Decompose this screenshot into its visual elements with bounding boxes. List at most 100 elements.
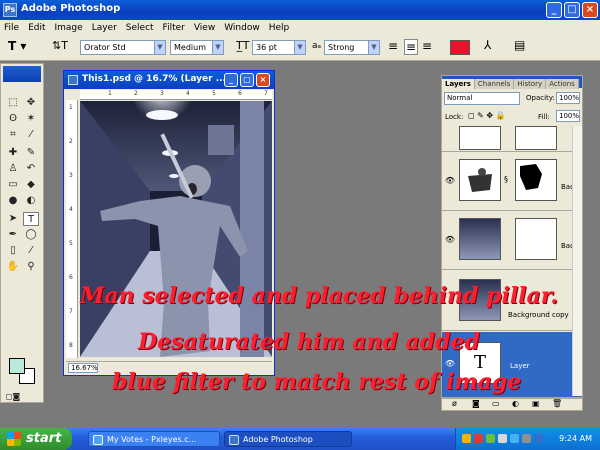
tray-icon[interactable] — [510, 434, 519, 443]
antialias-select[interactable]: Strong ▼ — [324, 40, 380, 55]
ruler-tick-label: 3 — [69, 172, 73, 179]
menu-select[interactable]: Select — [126, 23, 154, 33]
lasso-tool-icon[interactable]: ʘ — [5, 112, 21, 126]
tray-icon[interactable] — [498, 434, 507, 443]
paint-bucket-tool-icon[interactable]: ◆ — [23, 178, 39, 192]
layers-scrollbar[interactable] — [572, 126, 582, 396]
path-selection-tool-icon[interactable]: ➤ — [5, 212, 21, 226]
menu-view[interactable]: View — [194, 23, 215, 33]
opacity-field[interactable]: 100% — [556, 92, 580, 104]
ruler-tick-label: 4 — [69, 206, 73, 213]
photoshop-app-icon: Ps — [3, 3, 17, 17]
align-center-icon[interactable]: ≡ — [404, 39, 419, 55]
taskbar: start My Votes - Pxleyes.c... Adobe Phot… — [0, 428, 600, 450]
trash-icon[interactable]: 🗑 — [552, 399, 562, 408]
tab-history[interactable]: History — [514, 79, 547, 89]
blend-mode-value: Normal — [447, 94, 473, 102]
font-size-icon: T̲T — [236, 39, 250, 52]
menu-filter[interactable]: Filter — [163, 23, 185, 33]
zoom-tool-icon[interactable]: ⚲ — [23, 260, 39, 274]
magic-wand-tool-icon[interactable]: ✶ — [23, 112, 39, 126]
task-label: My Votes - Pxleyes.c... — [107, 435, 197, 444]
shape-tool-icon[interactable]: ◯ — [23, 228, 39, 242]
menu-edit[interactable]: Edit — [28, 23, 45, 33]
tray-icon[interactable] — [462, 434, 471, 443]
blur-tool-icon[interactable]: ● — [5, 194, 21, 208]
foreground-color-swatch[interactable] — [9, 358, 25, 374]
slice-tool-icon[interactable]: ⁄ — [23, 128, 39, 142]
clone-stamp-tool-icon[interactable]: ♙ — [5, 162, 21, 176]
lock-label: Lock: — [445, 113, 464, 121]
add-mask-icon[interactable]: ◙ — [472, 399, 480, 408]
hand-tool-icon[interactable]: ✋ — [5, 260, 21, 274]
palettes-toggle-icon[interactable]: ▤ — [514, 38, 525, 52]
type-tool-icon[interactable]: T ▾ — [8, 39, 26, 53]
chevron-down-icon: ▼ — [294, 41, 305, 54]
marquee-tool-icon[interactable]: ⬚ — [5, 96, 21, 110]
menu-layer[interactable]: Layer — [92, 23, 117, 33]
tray-icon[interactable] — [474, 434, 483, 443]
tab-layers[interactable]: Layers — [442, 79, 475, 89]
font-style-select[interactable]: Medium ▼ — [170, 40, 224, 55]
move-tool-icon[interactable]: ✥ — [23, 96, 39, 110]
eye-icon[interactable]: 👁 — [444, 234, 456, 246]
start-button[interactable]: start — [0, 428, 72, 450]
brush-tool-icon[interactable]: ✎ — [23, 146, 39, 160]
tray-icon[interactable] — [522, 434, 531, 443]
healing-brush-tool-icon[interactable]: ✚ — [5, 146, 21, 160]
canvas-photo[interactable] — [80, 101, 272, 357]
text-orientation-icon[interactable]: ⇅T — [52, 39, 68, 52]
doc-minimize-button[interactable]: _ — [224, 73, 238, 87]
menu-image[interactable]: Image — [55, 23, 83, 33]
minimize-button[interactable]: _ — [546, 2, 562, 18]
text-color-swatch[interactable] — [450, 40, 470, 55]
fill-field[interactable]: 100% — [556, 110, 580, 122]
close-button[interactable]: × — [582, 2, 598, 18]
quick-mask-icon[interactable]: ◻◙ — [5, 390, 21, 404]
ruler-tick-label: 2 — [134, 90, 138, 97]
type-tool-icon[interactable]: T — [23, 212, 39, 226]
ruler-tick-label: 6 — [238, 90, 242, 97]
adjustment-layer-icon[interactable]: ◐ — [512, 399, 519, 408]
dodge-tool-icon[interactable]: ◐ — [23, 194, 39, 208]
warp-text-icon[interactable]: ⅄ — [484, 38, 491, 52]
align-left-icon[interactable]: ≡ — [388, 39, 398, 53]
tray-icon[interactable] — [534, 434, 543, 443]
photoshop-icon — [229, 435, 239, 445]
font-size-select[interactable]: 36 pt ▼ — [252, 40, 306, 55]
doc-maximize-button[interactable]: □ — [240, 73, 254, 87]
blend-mode-select[interactable]: Normal — [444, 92, 520, 105]
lock-icons[interactable]: ◻ ✎ ✥ 🔒 — [468, 111, 506, 120]
new-set-icon[interactable]: ▭ — [492, 399, 500, 408]
eyedropper-tool-icon[interactable]: ⁄ — [23, 244, 39, 258]
link-icon[interactable]: § — [504, 175, 508, 184]
notes-tool-icon[interactable]: ▯ — [5, 244, 21, 258]
eye-icon[interactable]: 👁 — [444, 175, 456, 187]
layer-row[interactable]: 👁 § Bac... — [442, 153, 582, 211]
taskbar-item-photoshop[interactable]: Adobe Photoshop — [224, 431, 352, 447]
pen-tool-icon[interactable]: ✒ — [5, 228, 21, 242]
zoom-level-field[interactable]: 16.67% — [68, 363, 98, 373]
layer-row[interactable] — [442, 126, 582, 152]
start-label: start — [26, 431, 62, 446]
menu-window[interactable]: Window — [224, 23, 260, 33]
eraser-tool-icon[interactable]: ▭ — [5, 178, 21, 192]
doc-close-button[interactable]: × — [256, 73, 270, 87]
ruler-tick-label: 2 — [69, 138, 73, 145]
new-layer-icon[interactable]: ▣ — [532, 399, 540, 408]
taskbar-item-browser[interactable]: My Votes - Pxleyes.c... — [88, 431, 220, 447]
history-brush-tool-icon[interactable]: ↶ — [23, 162, 39, 176]
menu-help[interactable]: Help — [269, 23, 290, 33]
maximize-button[interactable]: □ — [564, 2, 580, 18]
tab-actions[interactable]: Actions — [546, 79, 579, 89]
layer-row[interactable]: 👁 Bac... — [442, 212, 582, 270]
layer-style-icon[interactable]: ø — [452, 399, 457, 408]
align-right-icon[interactable]: ≡ — [422, 39, 432, 53]
crop-tool-icon[interactable]: ⌗ — [5, 128, 21, 142]
tray-icon[interactable] — [486, 434, 495, 443]
window-title: Adobe Photoshop — [21, 3, 121, 14]
menu-file[interactable]: File — [4, 23, 19, 33]
tab-channels[interactable]: Channels — [474, 79, 515, 89]
font-family-select[interactable]: Orator Std ▼ — [80, 40, 166, 55]
antialias-value: Strong — [328, 43, 355, 52]
